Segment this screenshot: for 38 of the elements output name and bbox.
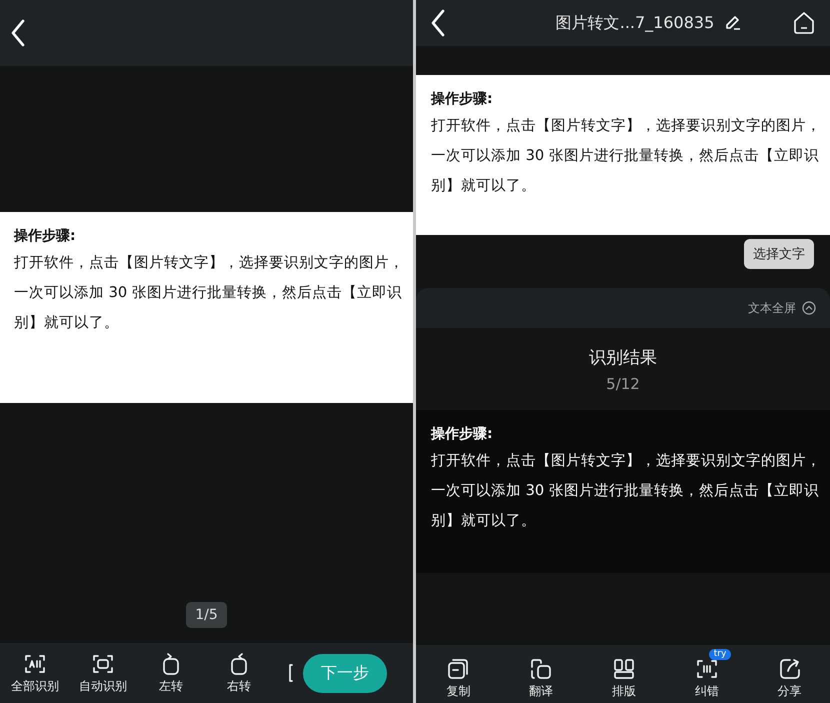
paragraph-line: 一次可以添加 30 张图片进行批量转换，然后点击【立即识 bbox=[14, 283, 402, 303]
back-icon[interactable] bbox=[430, 9, 446, 37]
toolbar-button[interactable]: 复制 bbox=[428, 648, 488, 700]
text-scan-icon bbox=[694, 657, 719, 681]
translate-icon bbox=[529, 657, 554, 681]
try-badge: try bbox=[708, 649, 732, 660]
paragraph-line: 一次可以添加 30 张图片进行批量转换，然后点击【立即识 bbox=[431, 146, 819, 166]
section-heading: 操作步骤: bbox=[14, 227, 76, 246]
fullscreen-toggle[interactable]: 文本全屏 bbox=[748, 300, 816, 316]
paragraph-line: 一次可以添加 30 张图片进行批量转换，然后点击【立即识 bbox=[431, 481, 819, 501]
toolbar-button[interactable]: 左转 bbox=[136, 652, 206, 694]
section-heading: 操作步骤: bbox=[431, 425, 493, 444]
chevron-up-icon bbox=[802, 301, 816, 315]
layout-icon bbox=[612, 657, 636, 681]
select-text-button[interactable]: 选择文字 bbox=[744, 239, 814, 269]
share-icon bbox=[778, 657, 802, 681]
toolbar-button[interactable]: 右转 bbox=[204, 652, 274, 694]
back-icon[interactable] bbox=[10, 19, 26, 47]
toolbar-button[interactable]: 翻译 bbox=[511, 648, 572, 700]
page-counter: 1/5 bbox=[186, 602, 227, 628]
document-title: 图片转文...7_160835 bbox=[556, 12, 714, 34]
section-heading: 操作步骤: bbox=[431, 90, 493, 109]
toolbar-button[interactable]: 排版 bbox=[594, 648, 654, 700]
toolbar-button[interactable]: 分享 bbox=[760, 648, 820, 700]
toolbar-button[interactable]: 全部识别 bbox=[0, 652, 70, 694]
paragraph-line: 别】就可以了。 bbox=[431, 511, 536, 531]
result-title: 识别结果 bbox=[589, 346, 657, 368]
paragraph-line: 打开软件，点击【图片转文字】，选择要识别文字的图片， bbox=[431, 451, 821, 471]
result-counter: 5/12 bbox=[606, 374, 640, 392]
copy-icon bbox=[446, 657, 470, 681]
edit-icon[interactable] bbox=[724, 14, 742, 32]
home-icon[interactable] bbox=[792, 11, 816, 35]
toolbar-button[interactable]: 自动识别 bbox=[68, 652, 138, 694]
toolbar-button[interactable]: try 纠错 bbox=[676, 648, 737, 700]
paragraph-line: 打开软件，点击【图片转文字】，选择要识别文字的图片， bbox=[431, 116, 821, 136]
paragraph-line: 别】就可以了。 bbox=[14, 313, 119, 333]
paragraph-line: 打开软件，点击【图片转文字】，选择要识别文字的图片， bbox=[14, 253, 404, 273]
paragraph-line: 别】就可以了。 bbox=[431, 176, 536, 196]
